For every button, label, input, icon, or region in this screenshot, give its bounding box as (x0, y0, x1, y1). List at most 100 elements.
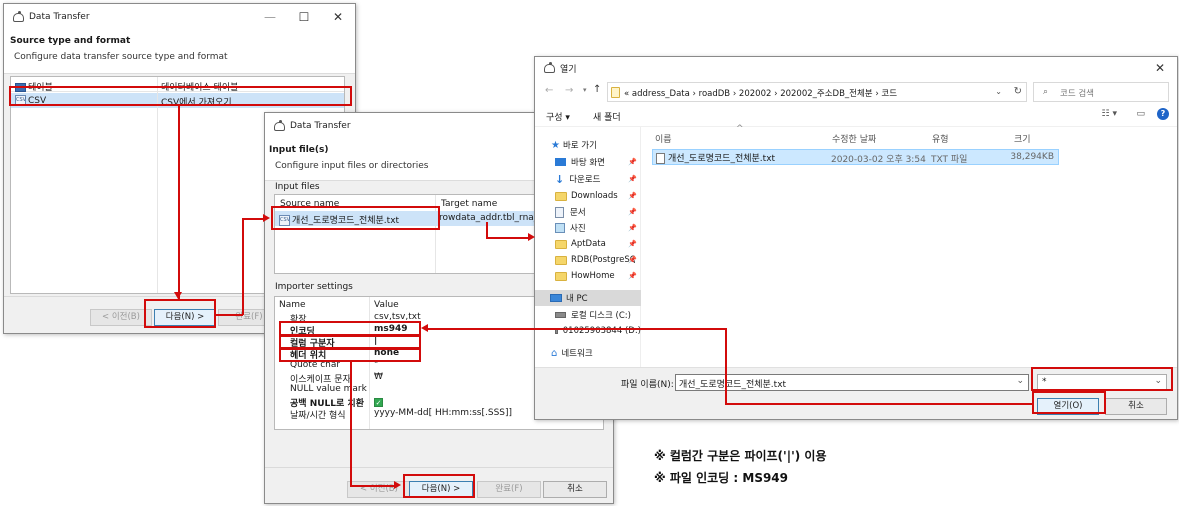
dropdown-icon[interactable]: ▾ (583, 86, 587, 94)
disk-icon (555, 312, 566, 318)
text-file-icon (656, 153, 665, 164)
table-row-selected[interactable]: CSV CSV CSV에서 가져오기 (11, 93, 344, 108)
dbeaver-icon (543, 62, 555, 74)
window-title-bar[interactable]: 열기 ✕ (535, 57, 1177, 79)
preview-pane-icon[interactable]: ▭ (1136, 109, 1145, 119)
column-divider (435, 195, 436, 273)
setting-value: ₩ (374, 372, 383, 382)
settings-name-header: Name (279, 300, 306, 310)
nav-item-aptdata[interactable]: AptData 📌 (555, 236, 641, 252)
address-dropdown-icon[interactable]: ⌄ (995, 87, 1002, 96)
note-delimiter: ※ 컬럼간 구분은 파이프('|') 이용 (654, 449, 827, 463)
open-button[interactable]: 열기(O) (1037, 398, 1099, 415)
setting-value: | (374, 336, 378, 346)
star-icon: ★ (551, 139, 560, 151)
up-icon[interactable]: ↑ (593, 84, 601, 95)
button-bar-separator (265, 467, 613, 468)
search-input[interactable]: 코드 검색 (1060, 87, 1094, 99)
navigation-pane: ★ 바로 가기 바탕 화면 📌 ↓ 다운로드 📌 Downloads 📌 문서 📌 사진 📌 … (535, 127, 641, 367)
dbeaver-icon (12, 11, 24, 23)
back-icon[interactable]: ← (545, 85, 553, 96)
pin-icon: 📌 (628, 224, 637, 232)
nav-item-rdb[interactable]: RDB(PostgreSQL 📌 (555, 252, 641, 268)
filename-input[interactable]: 개선_도로명코드_전체분.txt ⌄ (675, 374, 1029, 391)
nav-item-downloads-kr[interactable]: ↓ 다운로드 📌 (555, 171, 641, 187)
column-size-header[interactable]: 크기 (1014, 132, 1031, 145)
column-modified-header[interactable]: 수정한 날짜 (832, 132, 876, 145)
prev-button[interactable]: < 이전(B) (90, 309, 152, 326)
minimize-button[interactable]: — (253, 7, 287, 27)
window-title: 열기 (560, 64, 577, 75)
target-name-cell: rowdata_addr.tbl_rna_a (439, 213, 544, 223)
nav-item-quick-access[interactable]: ★ 바로 가기 (551, 137, 597, 153)
nav-item-desktop[interactable]: 바탕 화면 📌 (555, 154, 641, 170)
disk-icon (555, 328, 558, 334)
refresh-icon[interactable]: ↻ (1014, 86, 1022, 97)
window-title-bar[interactable]: Data Transfer — ☐ ✕ (4, 4, 355, 30)
organize-button[interactable]: 구성 ▾ (546, 110, 570, 123)
nav-item-howhome[interactable]: HowHome 📌 (555, 268, 641, 284)
dialog-footer: 파일 이름(N): 개선_도로명코드_전체분.txt ⌄ * ⌄ 열기(O) 취… (535, 367, 1177, 419)
address-bar[interactable]: « address_Data › roadDB › 202002 › 20200… (607, 82, 1027, 102)
row-name: 테이블 (15, 80, 53, 93)
input-files-label: Input files (275, 182, 320, 192)
file-list: ^ 이름 수정한 날짜 유형 크기 개선_도로명코드_전체분.txt 2020-… (642, 124, 1177, 367)
source-name-header: Source name (280, 199, 340, 209)
table-row[interactable]: 테이블 데이터베이스 테이블 (11, 79, 344, 93)
row-desc: 데이터베이스 테이블 (161, 83, 239, 93)
nav-item-documents[interactable]: 문서 📌 (555, 204, 641, 220)
file-size: 38,294KB (1010, 152, 1054, 162)
maximize-button[interactable]: ☐ (287, 7, 321, 27)
settings-value-header: Value (374, 300, 399, 310)
cancel-button[interactable]: 취소 (543, 481, 607, 498)
setting-checkbox[interactable]: ✓ (374, 398, 383, 407)
arrow-head (421, 324, 428, 332)
setting-value: ms949 (374, 324, 408, 334)
document-icon (555, 206, 564, 218)
arrow-head (528, 233, 535, 241)
folder-icon (555, 239, 567, 249)
page-subtitle: Configure data transfer source type and … (14, 52, 228, 62)
close-button[interactable]: ✕ (321, 7, 355, 27)
window-title: Data Transfer (290, 121, 351, 131)
column-type-header[interactable]: 유형 (932, 132, 949, 145)
new-folder-button[interactable]: 새 폴더 (593, 110, 621, 123)
prev-button[interactable]: < 이전(B) (347, 481, 411, 498)
breadcrumb[interactable]: « address_Data › roadDB › 202002 › 20200… (624, 87, 897, 99)
wizard-header: Source type and format Configure data tr… (4, 30, 355, 74)
nav-item-downloads[interactable]: Downloads 📌 (555, 188, 641, 204)
nav-item-drive-d[interactable]: 01025903844 (D:) (555, 323, 641, 339)
source-name-cell: CSV 개선_도로명코드_전체분.txt (279, 215, 400, 226)
file-modified: 2020-03-02 오후 3:54 (831, 155, 926, 165)
file-name: 개선_도로명코드_전체분.txt (656, 151, 775, 164)
nav-item-network[interactable]: ⌂ 네트워크 (551, 345, 593, 361)
setting-name: NULL value mark (290, 384, 367, 394)
file-row-selected[interactable]: 개선_도로명코드_전체분.txt 2020-03-02 오후 3:54 TXT … (652, 149, 1059, 165)
column-name-header[interactable]: 이름 (655, 132, 672, 145)
forward-icon[interactable]: → (565, 85, 573, 96)
sort-indicator-icon: ^ (736, 124, 744, 134)
chevron-down-icon: ⌄ (1154, 376, 1162, 386)
filename-label: 파일 이름(N): (621, 380, 674, 390)
setting-name: Quote char (290, 360, 341, 370)
help-icon[interactable]: ? (1157, 108, 1169, 120)
arrow-head (263, 214, 270, 222)
nav-item-pictures[interactable]: 사진 📌 (555, 220, 641, 236)
search-box[interactable]: ⌕ 코드 검색 (1033, 82, 1169, 102)
pin-icon: 📌 (628, 272, 637, 280)
finish-button[interactable]: 완료(F) (477, 481, 541, 498)
close-button[interactable]: ✕ (1143, 58, 1177, 78)
setting-value: none (374, 348, 400, 358)
view-options-icon[interactable]: ☷ ▾ (1102, 109, 1117, 119)
chevron-down-icon[interactable]: ⌄ (1016, 376, 1024, 386)
nav-item-local-disk[interactable]: 로컬 디스크 (C:) (555, 307, 641, 323)
navigation-bar: ← → ▾ ↑ « address_Data › roadDB › 202002… (535, 79, 1177, 105)
nav-item-this-pc[interactable]: 내 PC (535, 290, 641, 306)
next-button[interactable]: 다음(N) > (409, 481, 473, 498)
cancel-button[interactable]: 취소 (1105, 398, 1167, 415)
file-type: TXT 파일 (931, 155, 968, 165)
command-bar: 구성 ▾ 새 폴더 ☷ ▾ ▭ ? (535, 105, 1177, 127)
file-type-filter[interactable]: * ⌄ (1037, 374, 1167, 391)
next-button[interactable]: 다음(N) > (154, 309, 216, 326)
target-name-header: Target name (441, 199, 498, 209)
